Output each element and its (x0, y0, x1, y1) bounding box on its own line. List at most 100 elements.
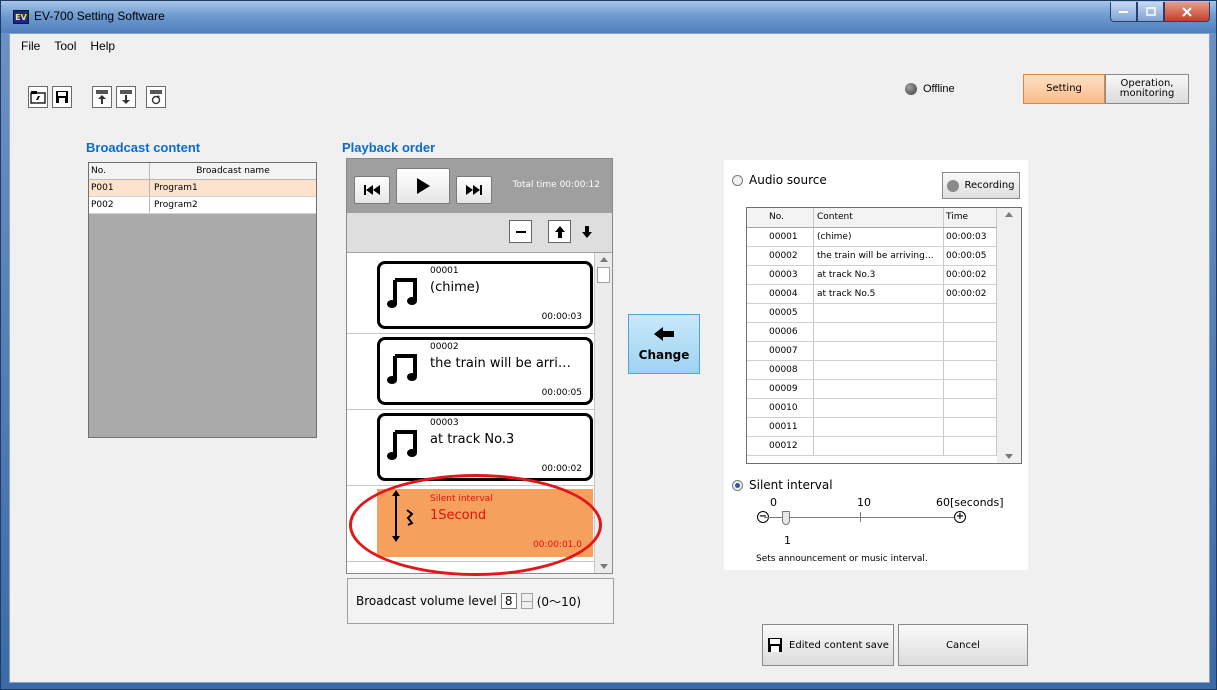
record-icon (947, 179, 960, 192)
minus-icon (515, 230, 526, 233)
close-button[interactable] (1164, 2, 1210, 22)
audio-source-radio[interactable] (732, 174, 743, 186)
next-button[interactable] (456, 176, 492, 204)
table-row[interactable]: 00009 (747, 380, 1021, 399)
upload-button[interactable] (92, 86, 112, 108)
arrow-down-icon (581, 225, 592, 238)
highlight-ellipse (349, 474, 602, 576)
playback-edit-bar (347, 213, 612, 253)
row-time (944, 437, 997, 455)
scroll-thumb[interactable] (597, 267, 610, 283)
playback-item[interactable]: 00001 (chime) 00:00:03 (377, 261, 593, 329)
silent-interval-radio[interactable] (732, 479, 743, 491)
change-button[interactable]: Change (628, 314, 700, 374)
cancel-button[interactable]: Cancel (898, 624, 1028, 666)
table-row[interactable]: 00010 (747, 399, 1021, 418)
audio-source-rows: 00001 (chime) 00:00:03 00002 the train will … (747, 228, 1021, 456)
row-content: the train will be arriving… (814, 247, 944, 265)
column-header-no: No. (747, 208, 814, 227)
volume-range: (0～10) (536, 594, 582, 609)
row-content: (chime) (814, 228, 944, 246)
change-label: Change (638, 348, 690, 362)
row-no: 00002 (747, 247, 814, 265)
row-time (944, 380, 997, 398)
volume-stepper[interactable] (520, 593, 533, 609)
skip-forward-icon (466, 185, 482, 195)
setting-mode-button[interactable]: Setting (1023, 74, 1105, 104)
refresh-button[interactable] (146, 86, 166, 108)
folder-open-icon (30, 91, 46, 104)
scale-max: 60[seconds] (936, 496, 1004, 509)
move-up-button[interactable] (548, 220, 571, 243)
audio-source-panel: Audio source Recording No. Content Time … (724, 160, 1028, 570)
row-time (944, 418, 997, 436)
row-time: 00:00:02 (944, 266, 997, 284)
scroll-up-icon[interactable] (1005, 212, 1013, 217)
table-row[interactable]: 00011 (747, 418, 1021, 437)
table-row[interactable]: P001 Program1 (89, 180, 316, 197)
row-content (814, 342, 944, 360)
broadcast-content-title: Broadcast content (86, 140, 201, 155)
table-row[interactable]: 00003 at track No.3 00:00:02 (747, 266, 1021, 285)
table-row[interactable]: 00007 (747, 342, 1021, 361)
audio-source-scrollbar[interactable] (997, 208, 1021, 463)
minimize-icon (1118, 10, 1128, 13)
scroll-down-icon[interactable] (600, 564, 608, 569)
minimize-button[interactable] (1110, 2, 1137, 22)
operation-monitoring-label: Operation, monitoring (1119, 78, 1175, 99)
row-content (814, 304, 944, 322)
volume-control: Broadcast volume level 8 (0～10) (347, 578, 614, 624)
connection-status: Offline (905, 83, 955, 95)
row-no: 00006 (747, 323, 814, 341)
window-controls (1110, 2, 1210, 22)
audio-source-option[interactable]: Audio source (732, 173, 827, 187)
save-toolbar-button[interactable] (52, 86, 72, 108)
recording-button[interactable]: Recording (942, 172, 1020, 199)
scroll-down-icon[interactable] (1005, 454, 1013, 459)
download-button[interactable] (116, 86, 136, 108)
menu-help[interactable]: Help (83, 39, 122, 53)
table-row[interactable]: 00005 (747, 304, 1021, 323)
playback-item[interactable]: 00003 at track No.3 00:00:02 (377, 413, 593, 481)
table-row[interactable]: 00008 (747, 361, 1021, 380)
arrow-up-icon (554, 225, 565, 238)
table-row[interactable]: 00012 (747, 437, 1021, 456)
scale-mid: 10 (857, 496, 871, 509)
play-button[interactable] (396, 168, 450, 204)
open-button[interactable] (28, 86, 48, 108)
status-indicator-icon (905, 83, 917, 95)
remove-item-button[interactable] (509, 220, 532, 243)
arrow-left-icon (654, 327, 674, 341)
playback-item[interactable]: 00002 the train will be arri… 00:00:05 (377, 337, 593, 405)
table-row[interactable]: 00002 the train will be arriving… 00:00:05 (747, 247, 1021, 266)
row-time (944, 323, 997, 341)
menu-bar: File Tool Help (10, 34, 1209, 58)
slider-thumb[interactable] (782, 511, 790, 525)
row-time: 00:00:05 (944, 247, 997, 265)
increase-icon[interactable]: + (954, 511, 966, 523)
table-row[interactable]: P002 Program2 (89, 197, 316, 214)
broadcast-content-list[interactable]: No. Broadcast name P001 Program1 P002 Pr… (88, 162, 317, 438)
toolbar (28, 86, 166, 108)
close-icon (1182, 6, 1192, 17)
move-down-button[interactable] (575, 220, 598, 243)
menu-tool[interactable]: Tool (47, 39, 83, 53)
row-no: 00005 (747, 304, 814, 322)
table-row[interactable]: 00006 (747, 323, 1021, 342)
scroll-up-icon[interactable] (600, 257, 608, 262)
audio-source-table[interactable]: No. Content Time 00001 (chime) 00:00:03 000… (746, 207, 1022, 464)
menu-file[interactable]: File (14, 39, 47, 53)
silent-interval-option[interactable]: Silent interval (732, 478, 833, 492)
playback-order-title: Playback order (342, 140, 436, 155)
maximize-button[interactable] (1137, 2, 1164, 22)
edited-content-save-button[interactable]: Edited content save (762, 624, 894, 666)
table-row[interactable]: 00001 (chime) 00:00:03 (747, 228, 1021, 247)
row-no: 00010 (747, 399, 814, 417)
previous-button[interactable] (354, 176, 390, 204)
silent-interval-slider[interactable] (764, 517, 959, 518)
operation-monitoring-button[interactable]: Operation, monitoring (1105, 74, 1189, 104)
save-icon (768, 638, 783, 652)
volume-input[interactable]: 8 (500, 593, 517, 609)
row-no: 00003 (747, 266, 814, 284)
table-row[interactable]: 00004 at track No.5 00:00:02 (747, 285, 1021, 304)
